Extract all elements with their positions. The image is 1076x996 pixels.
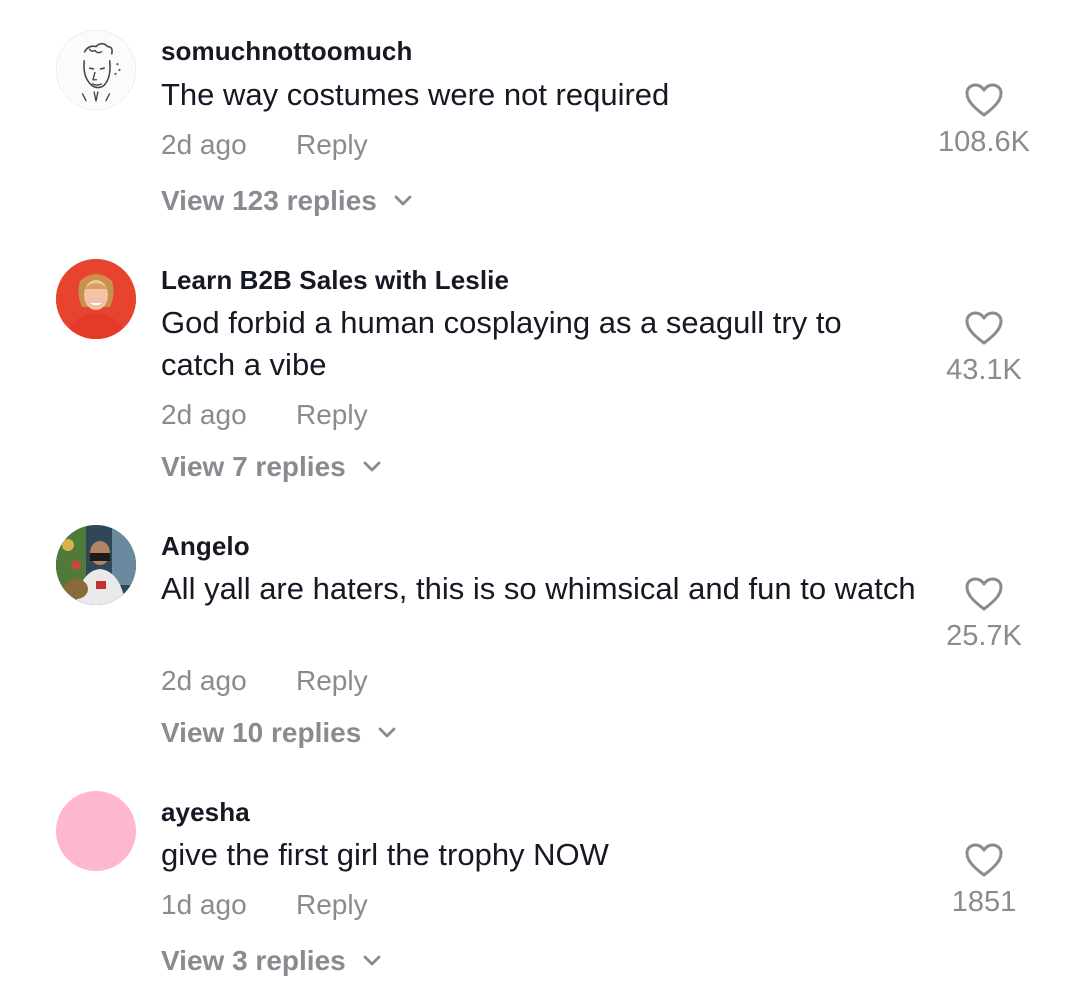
avatar[interactable] xyxy=(56,525,136,605)
comment-text: give the first girl the trophy NOW xyxy=(161,837,609,872)
view-replies-button[interactable]: View 3 replies xyxy=(161,945,382,977)
comment-username[interactable]: Learn B2B Sales with Leslie xyxy=(161,265,509,296)
comment-text: The way costumes were not required xyxy=(161,77,670,112)
view-replies-button[interactable]: View 10 replies xyxy=(161,717,397,749)
like-control: 43.1K xyxy=(914,310,1054,387)
heart-icon[interactable] xyxy=(964,82,1004,118)
heart-icon[interactable] xyxy=(964,310,1004,346)
comment-text: All yall are haters, this is so whimsica… xyxy=(161,571,916,606)
avatar[interactable] xyxy=(56,791,136,871)
like-count: 1851 xyxy=(951,886,1017,918)
sketch-face-icon xyxy=(57,31,135,109)
comment-text: God forbid a human cosplaying as a seagu… xyxy=(161,305,842,382)
like-count: 43.1K xyxy=(946,354,1022,386)
reply-button[interactable]: Reply xyxy=(296,665,368,697)
comment-timestamp: 2d ago xyxy=(161,399,247,430)
chevron-down-icon xyxy=(363,955,381,966)
view-replies-label: View 123 replies xyxy=(161,185,377,216)
like-control: 1851 xyxy=(914,842,1054,919)
comment-meta: 2d ago Reply xyxy=(161,665,368,697)
like-control: 25.7K xyxy=(914,576,1054,653)
heart-icon[interactable] xyxy=(964,842,1004,878)
reply-button[interactable]: Reply xyxy=(296,399,368,431)
view-replies-label: View 10 replies xyxy=(161,717,362,748)
chevron-down-icon xyxy=(394,195,412,206)
like-count: 108.6K xyxy=(938,126,1030,158)
chevron-down-icon xyxy=(363,461,381,472)
comment-username[interactable]: ayesha xyxy=(161,797,250,828)
like-control: 108.6K xyxy=(914,82,1054,159)
profile-photo-icon xyxy=(56,259,136,339)
profile-photo-icon xyxy=(56,525,136,605)
view-replies-label: View 3 replies xyxy=(161,945,346,976)
reply-button[interactable]: Reply xyxy=(296,129,368,161)
comment-meta: 1d ago Reply xyxy=(161,889,368,921)
like-count: 25.7K xyxy=(946,620,1022,652)
comment-timestamp: 2d ago xyxy=(161,129,247,160)
chevron-down-icon xyxy=(378,727,396,738)
view-replies-button[interactable]: View 123 replies xyxy=(161,185,413,217)
comment-meta: 2d ago Reply xyxy=(161,129,368,161)
comment-username[interactable]: Angelo xyxy=(161,531,250,562)
avatar[interactable] xyxy=(56,30,136,110)
comment-timestamp: 2d ago xyxy=(161,665,247,696)
view-replies-button[interactable]: View 7 replies xyxy=(161,451,382,483)
heart-icon[interactable] xyxy=(964,576,1004,612)
comment-timestamp: 1d ago xyxy=(161,889,247,920)
reply-button[interactable]: Reply xyxy=(296,889,368,921)
comment-meta: 2d ago Reply xyxy=(161,399,368,431)
comment-username[interactable]: somuchnottoomuch xyxy=(161,36,412,67)
avatar[interactable] xyxy=(56,259,136,339)
view-replies-label: View 7 replies xyxy=(161,451,346,482)
